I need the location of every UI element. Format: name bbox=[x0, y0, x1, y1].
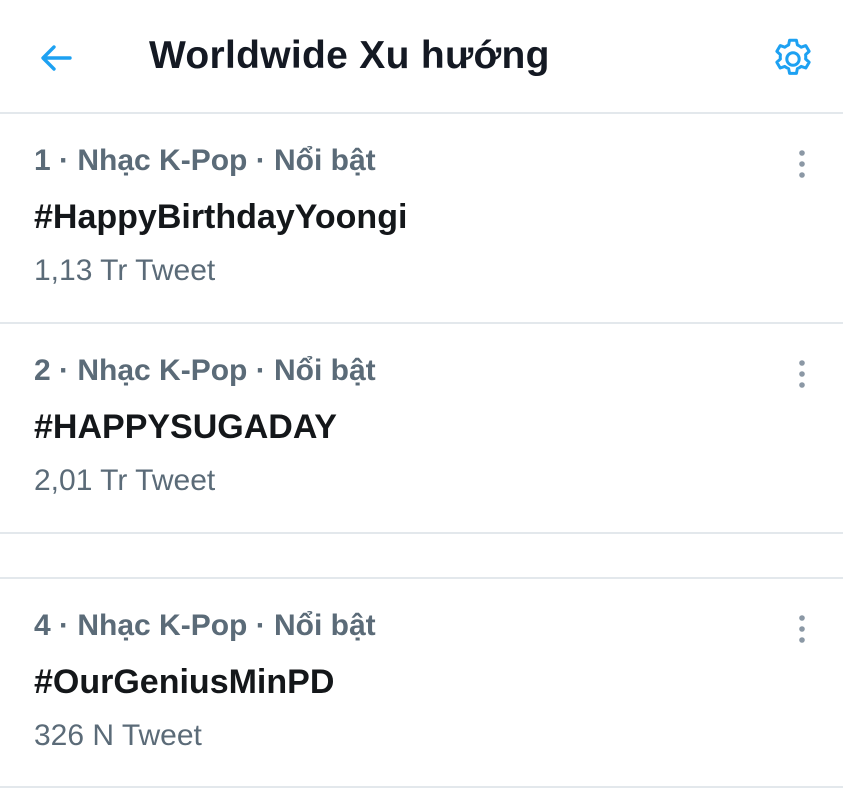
section-gap bbox=[0, 534, 843, 579]
trend-context: 4 · Nhạc K-Pop · Nổi bật bbox=[34, 609, 376, 642]
trend-context: 1 · Nhạc K-Pop · Nổi bật bbox=[34, 144, 376, 177]
tweet-count: 326 N Tweet bbox=[34, 719, 202, 752]
settings-button[interactable] bbox=[764, 30, 822, 88]
tweet-count: 2,01 Tr Tweet bbox=[34, 464, 216, 497]
trend-hashtag: #OurGeniusMinPD bbox=[34, 663, 335, 701]
trend-hashtag: #HAPPYSUGADAY bbox=[34, 408, 337, 446]
back-button[interactable] bbox=[28, 30, 84, 86]
more-options-button[interactable] bbox=[782, 607, 822, 651]
page-title: Worldwide Xu hướng bbox=[149, 34, 550, 77]
tweet-count: 1,13 Tr Tweet bbox=[34, 254, 216, 287]
divider bbox=[0, 786, 843, 788]
top-app-bar: Worldwide Xu hướng bbox=[0, 0, 843, 114]
trend-item[interactable]: 4 · Nhạc K-Pop · Nổi bật #OurGeniusMinPD… bbox=[0, 579, 843, 789]
gear-icon bbox=[775, 38, 811, 75]
more-vertical-icon bbox=[799, 615, 805, 643]
arrow-left-icon bbox=[41, 45, 72, 71]
more-vertical-icon bbox=[799, 150, 805, 178]
more-vertical-icon bbox=[799, 360, 805, 388]
trend-hashtag: #HappyBirthdayYoongi bbox=[34, 198, 408, 236]
trend-context: 2 · Nhạc K-Pop · Nổi bật bbox=[34, 354, 376, 387]
trends-screen: Worldwide Xu hướng 1 · Nhạc K-Pop · Nổi … bbox=[0, 0, 843, 802]
trend-item[interactable]: 1 · Nhạc K-Pop · Nổi bật #HappyBirthdayY… bbox=[0, 114, 843, 324]
more-options-button[interactable] bbox=[782, 142, 822, 186]
more-options-button[interactable] bbox=[782, 352, 822, 396]
trend-item[interactable]: 2 · Nhạc K-Pop · Nổi bật #HAPPYSUGADAY 2… bbox=[0, 324, 843, 534]
